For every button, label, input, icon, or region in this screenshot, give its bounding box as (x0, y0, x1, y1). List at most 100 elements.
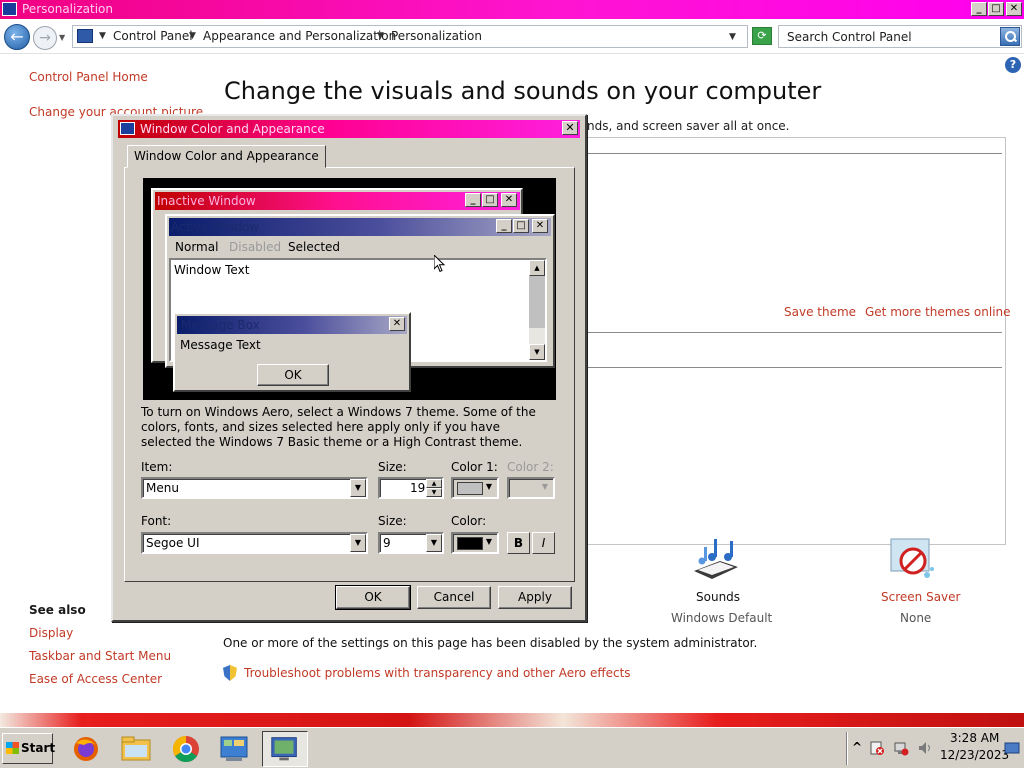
maximize-icon: □ (482, 193, 498, 207)
window-title: Personalization (22, 2, 113, 16)
chevron-down-icon[interactable]: ▼ (99, 31, 106, 41)
save-theme-link[interactable]: Save theme (784, 305, 856, 319)
size-spinner[interactable]: ▲ ▼ (426, 479, 442, 497)
control-panel-icon[interactable] (214, 731, 254, 767)
window-color-appearance-dialog: Window Color and Appearance ✕ Window Col… (111, 114, 587, 622)
help-icon[interactable]: ? (1005, 57, 1021, 73)
window-title-bar[interactable]: Personalization _ □ ✕ (0, 0, 1024, 19)
bold-button[interactable]: B (507, 532, 530, 554)
breadcrumb-control-panel[interactable]: Control Panel (113, 29, 193, 43)
search-input[interactable]: Search Control Panel (778, 25, 1022, 48)
search-icon[interactable] (1000, 27, 1020, 46)
item-size-label: Size: (378, 460, 407, 474)
screen-saver-label[interactable]: Screen Saver (881, 590, 960, 604)
shield-icon (223, 665, 237, 681)
minimize-button[interactable]: _ (971, 2, 987, 16)
chevron-down-icon[interactable]: ▼ (481, 534, 497, 552)
taskbar: Start ^ 3:28 AM 12/23/2023 (0, 727, 1024, 768)
forward-button[interactable]: → (33, 26, 57, 50)
recent-pages-dropdown[interactable]: ▼ (59, 33, 65, 42)
volume-icon[interactable] (917, 740, 933, 756)
chevron-down-icon[interactable]: ▼ (377, 31, 384, 41)
close-icon: ✕ (532, 219, 548, 233)
tab-window-color-appearance[interactable]: Window Color and Appearance (127, 145, 326, 168)
show-desktop-button[interactable] (1004, 740, 1020, 756)
file-explorer-icon[interactable] (116, 731, 156, 767)
font-size-label: Size: (378, 514, 407, 528)
color2-label: Color 2: (507, 460, 554, 474)
active-window-title: Active Window (171, 220, 260, 234)
refresh-button[interactable]: ⟳ (752, 27, 772, 45)
minimize-icon: _ (465, 193, 481, 207)
ease-of-access-link[interactable]: Ease of Access Center (29, 672, 162, 686)
taskbar-start-menu-link[interactable]: Taskbar and Start Menu (29, 649, 171, 663)
screen-saver-icon[interactable] (887, 535, 937, 585)
maximize-button[interactable]: □ (988, 2, 1004, 16)
dialog-close-button[interactable]: ✕ (562, 121, 578, 135)
breadcrumb[interactable]: ▼ Control Panel ▼ Appearance and Persona… (72, 25, 748, 48)
get-more-themes-link[interactable]: Get more themes online (865, 305, 1011, 319)
item-select[interactable]: Menu ▼ (141, 477, 368, 499)
scrollbar: ▲ ▼ (529, 260, 545, 360)
address-dropdown-icon[interactable]: ▼ (729, 32, 736, 42)
spin-up-icon[interactable]: ▲ (426, 479, 442, 488)
show-hidden-icons-button[interactable]: ^ (852, 740, 862, 754)
tray-separator (846, 732, 848, 765)
font-color-picker[interactable]: ▼ (451, 532, 499, 554)
back-button[interactable]: ← (4, 24, 30, 50)
network-icon[interactable] (893, 740, 909, 756)
preview-ok-button: OK (257, 364, 329, 386)
search-placeholder: Search Control Panel (787, 30, 912, 44)
chevron-down-icon[interactable]: ▼ (426, 534, 442, 552)
desktop-wallpaper (0, 713, 1024, 727)
apply-button[interactable]: Apply (498, 586, 572, 609)
sounds-icon[interactable] (690, 537, 740, 583)
firefox-icon[interactable] (66, 731, 106, 767)
chevron-down-icon[interactable]: ▼ (350, 534, 366, 552)
control-panel-home-link[interactable]: Control Panel Home (29, 70, 148, 84)
message-box-title: Message Box (181, 318, 260, 332)
dialog-title-bar[interactable]: Window Color and Appearance ✕ (118, 120, 580, 138)
windows-logo-icon (6, 742, 19, 754)
mouse-cursor-icon (434, 255, 446, 273)
action-center-icon[interactable] (869, 740, 885, 756)
theme-list-panel[interactable] (587, 137, 1006, 545)
spin-down-icon[interactable]: ▼ (426, 488, 442, 497)
address-bar: ← → ▼ ▼ Control Panel ▼ Appearance and P… (0, 19, 1024, 54)
page-subtitle: nds, and screen saver all at once. (587, 119, 790, 133)
active-title-bar: Active Window _ □ ✕ (169, 218, 551, 236)
start-button[interactable]: Start (2, 733, 55, 764)
troubleshoot-link[interactable]: Troubleshoot problems with transparency … (244, 666, 631, 680)
scroll-thumb (529, 276, 545, 328)
sounds-value: Windows Default (671, 611, 773, 625)
message-box-title-bar: Message Box ✕ (177, 316, 407, 334)
breadcrumb-appearance[interactable]: Appearance and Personalization (203, 29, 396, 43)
item-value: Menu (146, 481, 179, 495)
screen-saver-value: None (900, 611, 932, 625)
control-panel-icon (2, 2, 17, 16)
italic-button[interactable]: I (532, 532, 555, 554)
cancel-button[interactable]: Cancel (417, 586, 491, 609)
color1-picker[interactable]: ▼ (451, 477, 499, 499)
display-link[interactable]: Display (29, 626, 73, 640)
see-also-heading: See also (29, 603, 86, 617)
chevron-down-icon[interactable]: ▼ (189, 31, 196, 41)
message-box-preview: Message Box ✕ Message Text OK (173, 312, 411, 392)
ok-button[interactable]: OK (335, 585, 411, 610)
menu-disabled: Disabled (229, 240, 282, 254)
personalization-icon[interactable] (262, 731, 308, 767)
sounds-label[interactable]: Sounds (696, 590, 740, 604)
chevron-down-icon[interactable]: ▼ (350, 479, 366, 497)
breadcrumb-personalization[interactable]: Personalization (391, 29, 482, 43)
chevron-down-icon[interactable]: ▼ (481, 479, 497, 497)
dialog-title: Window Color and Appearance (140, 122, 325, 136)
close-button[interactable]: ✕ (1006, 2, 1022, 16)
chrome-icon[interactable] (166, 731, 206, 767)
item-size-stepper[interactable]: 19 ▲ ▼ (378, 477, 444, 499)
font-label: Font: (141, 514, 172, 528)
font-size-select[interactable]: 9 ▼ (378, 532, 444, 554)
clock-date[interactable]: 12/23/2023 (940, 748, 1009, 762)
font-select[interactable]: Segoe UI ▼ (141, 532, 368, 554)
color2-picker: ▼ (507, 477, 555, 499)
clock-time[interactable]: 3:28 AM (950, 731, 999, 745)
